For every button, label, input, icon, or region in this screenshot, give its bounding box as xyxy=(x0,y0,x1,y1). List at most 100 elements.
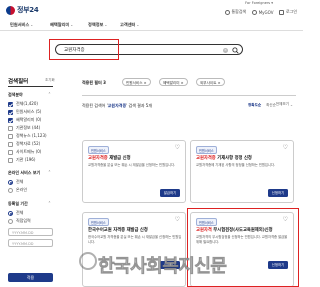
checkbox-label: 기관 (196) xyxy=(16,157,36,162)
radio-label: 전체 xyxy=(16,179,24,184)
watermark-emblem-icon xyxy=(79,252,97,270)
government-emblem-icon xyxy=(6,5,15,15)
start-date-field[interactable]: YYYY.MM.DD xyxy=(8,228,53,236)
chevron-down-icon: ⌄ xyxy=(289,102,293,107)
online-radio[interactable]: 온라인 xyxy=(8,187,27,193)
mygov-link[interactable]: MyGOV xyxy=(252,9,274,15)
checkbox-label: 민원서비스 (5) xyxy=(16,109,42,114)
nav-label: 혜택알리미 xyxy=(50,22,70,27)
section-label: 온라인 서비스 보기 xyxy=(8,170,41,175)
card-title[interactable]: 한국수어교원 자격증 재발급 신청 xyxy=(88,227,148,233)
category-badge: 민원서비스 xyxy=(196,146,217,154)
category-badge: 민원서비스 xyxy=(88,218,109,226)
login-link[interactable]: 로그인 xyxy=(279,9,297,15)
heart-icon[interactable]: ♡ xyxy=(283,145,288,151)
result-card[interactable]: 민원서비스 ♡ 교원자격증 기재사항 정정 신청 교원자격증에 기재된 사항의 … xyxy=(190,140,294,203)
utility-menu: 통합검색 MyGOV 로그인 xyxy=(224,9,297,15)
radio-selected[interactable] xyxy=(8,179,13,185)
filter-title: 검색필터 xyxy=(8,79,29,85)
checkbox[interactable] xyxy=(8,157,13,163)
search-icon[interactable] xyxy=(232,46,239,54)
checkbox-label: 정책자료 (52) xyxy=(16,141,41,146)
sort-latest[interactable]: 최신순 xyxy=(266,103,276,108)
category-checkbox[interactable]: 기관정보 (44) xyxy=(8,125,40,131)
filter-chip[interactable]: 혜택알리미 × xyxy=(159,78,188,86)
section-label: 등록일 기간 xyxy=(8,201,28,206)
card-description: 교원자격증을 분실 또는 훼손 시 재발급을 신청하는 민원입니다. xyxy=(88,163,176,167)
heart-icon[interactable]: ♡ xyxy=(175,145,180,151)
utility-label: 통합검색 xyxy=(231,9,247,14)
checkbox[interactable] xyxy=(8,125,13,131)
radio[interactable] xyxy=(8,218,13,224)
nav-item-benefits[interactable]: 혜택알리미⌄ xyxy=(50,22,73,28)
nav-item-civil-service[interactable]: 민원서비스⌄ xyxy=(10,22,33,28)
category-checkbox[interactable]: 사이트메뉴 (0) xyxy=(8,149,41,155)
radio-selected[interactable] xyxy=(8,210,13,216)
nav-item-policy[interactable]: 정책정보⌄ xyxy=(88,22,107,28)
category-section-title[interactable]: 검색분야 ⌃ xyxy=(8,92,51,98)
radio[interactable] xyxy=(8,187,13,193)
global-nav: 민원서비스⌄ 혜택알리미⌄ 정책정보⌄ 고객센터⌄ xyxy=(0,20,303,31)
logo-text: 정부24 xyxy=(17,6,39,14)
divider xyxy=(8,86,53,87)
result-card[interactable]: 민원서비스 ♡ 교원자격증 재발급 신청 교원자격증을 분실 또는 훼손 시 재… xyxy=(82,140,186,203)
chevron-down-icon: ⌄ xyxy=(70,23,74,27)
chevron-down-icon: ⌄ xyxy=(104,23,108,27)
highlight-box-search xyxy=(49,39,119,60)
category-checkbox[interactable]: 정책뉴스 (1,123) xyxy=(8,133,47,139)
heart-icon[interactable]: ♡ xyxy=(175,217,180,223)
divider xyxy=(82,95,296,96)
checkbox-label: 정책뉴스 (1,123) xyxy=(16,133,47,138)
category-checkbox[interactable]: 민원서비스 (5) xyxy=(8,109,41,115)
checkbox-label: 전체(1,420) xyxy=(16,101,38,106)
chevron-up-icon: ⌃ xyxy=(48,201,51,205)
toggle-label: 전체보기 xyxy=(275,102,289,106)
card-action-button[interactable]: 발급하기 xyxy=(160,189,180,197)
applied-filters-label: 적용된 필터 3 xyxy=(82,80,106,85)
period-section-title[interactable]: 등록일 기간 ⌃ xyxy=(8,201,51,207)
filter-chip[interactable]: 외부사이트 × xyxy=(196,78,225,86)
checkbox[interactable] xyxy=(8,133,13,139)
nav-item-customer-center[interactable]: 고객센터⌄ xyxy=(120,22,139,28)
period-radio[interactable]: 직접입력 xyxy=(8,218,31,224)
checkbox-checked[interactable] xyxy=(8,109,13,115)
for-foreigners-link[interactable]: For Foreigners ▾ xyxy=(245,1,273,5)
section-label: 검색분야 xyxy=(8,92,23,97)
user-icon xyxy=(252,9,258,15)
nav-label: 민원서비스 xyxy=(10,22,30,27)
card-title[interactable]: 교원자격증 기재사항 정정 신청 xyxy=(196,155,252,161)
category-checkbox[interactable]: 전체(1,420) xyxy=(8,101,38,107)
category-checkbox[interactable]: 정책자료 (52) xyxy=(8,141,40,147)
apply-filter-button[interactable]: 적용 xyxy=(8,273,53,282)
online-radio[interactable]: 전체 xyxy=(8,179,23,185)
radio-label: 온라인 xyxy=(16,187,28,192)
category-checkbox[interactable]: 혜택알리미 (0) xyxy=(8,117,41,123)
checkbox[interactable] xyxy=(8,141,13,147)
view-toggle[interactable]: 전체보기 ⌄ xyxy=(276,102,293,107)
chevron-up-icon: ⌃ xyxy=(48,170,51,174)
checkbox-checked[interactable] xyxy=(8,101,13,107)
checkbox[interactable] xyxy=(8,149,13,155)
utility-label: MyGOV xyxy=(258,9,274,15)
online-section-title[interactable]: 온라인 서비스 보기 ⌃ xyxy=(8,170,51,176)
checkbox-checked[interactable] xyxy=(8,117,13,123)
chevron-up-icon: ⌃ xyxy=(48,92,51,96)
filter-chip[interactable]: 민원서비스 × xyxy=(122,78,151,86)
period-radio[interactable]: 전체 xyxy=(8,210,23,216)
checkbox-label: 사이트메뉴 (0) xyxy=(16,149,42,154)
logo[interactable]: 정부24 xyxy=(6,5,39,15)
integrated-search-link[interactable]: 통합검색 xyxy=(224,9,247,15)
card-title[interactable]: 교원자격증 재발급 신청 xyxy=(88,155,131,161)
end-date-field[interactable]: YYYY.MM.DD xyxy=(8,239,53,247)
category-checkbox[interactable]: 기관 (196) xyxy=(8,157,35,163)
filter-reset-button[interactable]: 초기화 xyxy=(45,78,55,83)
top-bar: 정부24 For Foreigners ▾ 통합검색 MyGOV 로그인 xyxy=(0,0,303,22)
radio-label: 직접입력 xyxy=(16,218,31,223)
clear-search-button[interactable]: × xyxy=(223,47,228,53)
sort-accuracy[interactable]: 정확도순 xyxy=(248,103,261,108)
result-summary: 적용된 검색어 '교원자격증' 검색 결과 5개 xyxy=(82,103,152,108)
checkbox-label: 기관정보 (44) xyxy=(16,125,41,130)
card-action-button[interactable]: 신청하기 xyxy=(268,189,288,197)
category-badge: 민원서비스 xyxy=(88,146,109,154)
lock-icon xyxy=(279,9,285,15)
